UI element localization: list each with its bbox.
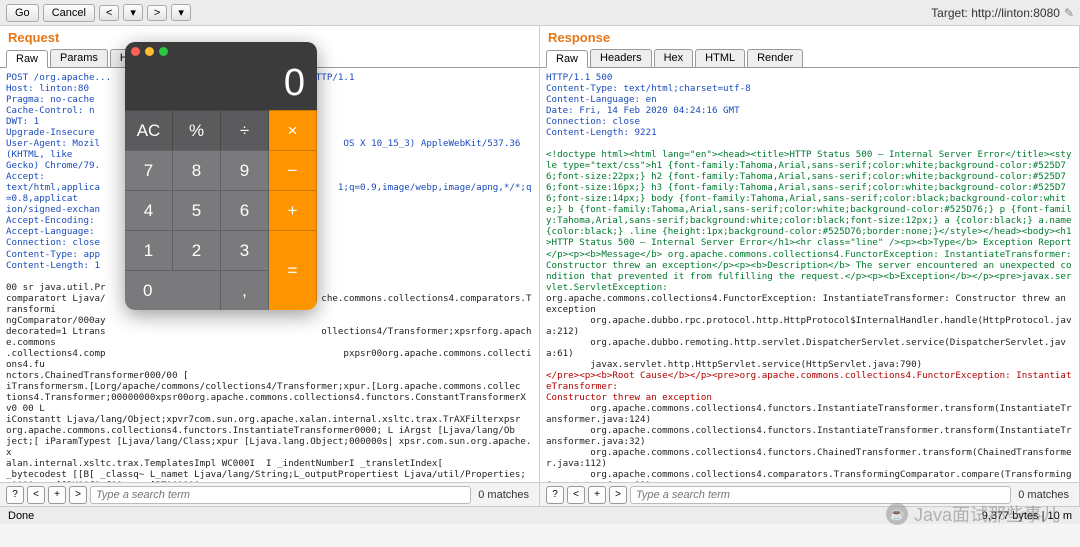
resp-search-add-icon[interactable]: + xyxy=(588,486,606,504)
search-prev-icon[interactable]: < xyxy=(27,486,45,504)
resp-search-settings-icon[interactable]: ? xyxy=(546,486,564,504)
target-label: Target: http://linton:8080 ✎ xyxy=(931,6,1074,20)
tab-resp-raw[interactable]: Raw xyxy=(546,50,588,68)
response-title: Response xyxy=(540,26,1079,49)
history-next-button[interactable]: > xyxy=(147,5,167,21)
status-left: Done xyxy=(8,510,34,522)
response-stack2: org.apache.commons.collections4.functors… xyxy=(546,403,1077,482)
status-bar: Done 9,377 bytes | 10 m xyxy=(0,506,1080,524)
minimize-icon[interactable] xyxy=(145,47,154,56)
search-settings-icon[interactable]: ? xyxy=(6,486,24,504)
request-search-input[interactable] xyxy=(90,486,471,504)
response-pane: Response Raw Headers Hex HTML Render HTT… xyxy=(540,26,1080,506)
key-0[interactable]: 0 xyxy=(125,270,221,310)
edit-target-icon[interactable]: ✎ xyxy=(1064,6,1074,20)
key-plus[interactable]: + xyxy=(269,190,317,230)
key-percent[interactable]: % xyxy=(173,110,221,150)
key-2[interactable]: 2 xyxy=(173,230,221,270)
key-6[interactable]: 6 xyxy=(221,190,269,230)
close-icon[interactable] xyxy=(131,47,140,56)
calculator-keypad: AC % ÷ × 7 8 9 − 4 5 6 + 1 2 3 = 0 , xyxy=(125,110,317,310)
key-decimal[interactable]: , xyxy=(221,270,269,310)
response-body[interactable]: HTTP/1.1 500 Content-Type: text/html;cha… xyxy=(540,68,1079,482)
resp-search-next-icon[interactable]: > xyxy=(609,486,627,504)
key-1[interactable]: 1 xyxy=(125,230,173,270)
response-searchbar: ? < + > 0 matches xyxy=(540,482,1079,506)
history-next-menu-button[interactable]: ▾ xyxy=(171,4,191,21)
key-equals[interactable]: = xyxy=(269,230,317,310)
key-multiply[interactable]: × xyxy=(269,110,317,150)
key-4[interactable]: 4 xyxy=(125,190,173,230)
go-button[interactable]: Go xyxy=(6,4,39,22)
search-add-icon[interactable]: + xyxy=(48,486,66,504)
key-minus[interactable]: − xyxy=(269,150,317,190)
request-payload-text: 00 sr java.util.Pr comparatort Ljava/ ch… xyxy=(6,282,531,482)
resp-search-prev-icon[interactable]: < xyxy=(567,486,585,504)
target-text: Target: http://linton:8080 xyxy=(931,6,1060,20)
tab-resp-render[interactable]: Render xyxy=(747,49,803,67)
response-match-count: 0 matches xyxy=(1014,489,1073,501)
tab-resp-html[interactable]: HTML xyxy=(695,49,745,67)
key-8[interactable]: 8 xyxy=(173,150,221,190)
tab-resp-hex[interactable]: Hex xyxy=(654,49,694,67)
response-head-text: HTTP/1.1 500 Content-Type: text/html;cha… xyxy=(546,72,751,138)
key-9[interactable]: 9 xyxy=(221,150,269,190)
request-match-count: 0 matches xyxy=(474,489,533,501)
tab-raw[interactable]: Raw xyxy=(6,50,48,68)
response-tabs: Raw Headers Hex HTML Render xyxy=(540,49,1079,68)
zoom-icon[interactable] xyxy=(159,47,168,56)
calculator-titlebar[interactable] xyxy=(125,42,317,60)
key-5[interactable]: 5 xyxy=(173,190,221,230)
response-html-src: <!doctype html><html lang="en"><head><ti… xyxy=(546,149,1077,292)
history-prev-menu-button[interactable]: ▾ xyxy=(123,4,143,21)
status-right: 9,377 bytes | 10 m xyxy=(982,510,1072,522)
tab-params[interactable]: Params xyxy=(50,49,108,67)
calculator-window[interactable]: 0 AC % ÷ × 7 8 9 − 4 5 6 + 1 2 3 = 0 , xyxy=(125,42,317,310)
response-rootcause: </pre><p><b>Root Cause</b></p><pre>org.a… xyxy=(546,370,1071,403)
top-toolbar: Go Cancel < ▾ > ▾ Target: http://linton:… xyxy=(0,0,1080,26)
calculator-display: 0 xyxy=(125,60,317,110)
response-stack1: org.apache.commons.collections4.FunctorE… xyxy=(546,293,1072,370)
cancel-button[interactable]: Cancel xyxy=(43,4,95,22)
response-search-input[interactable] xyxy=(630,486,1011,504)
tab-resp-headers[interactable]: Headers xyxy=(590,49,652,67)
key-ac[interactable]: AC xyxy=(125,110,173,150)
key-7[interactable]: 7 xyxy=(125,150,173,190)
request-searchbar: ? < + > 0 matches xyxy=(0,482,539,506)
key-divide[interactable]: ÷ xyxy=(221,110,269,150)
history-prev-button[interactable]: < xyxy=(99,5,119,21)
key-3[interactable]: 3 xyxy=(221,230,269,270)
search-next-icon[interactable]: > xyxy=(69,486,87,504)
